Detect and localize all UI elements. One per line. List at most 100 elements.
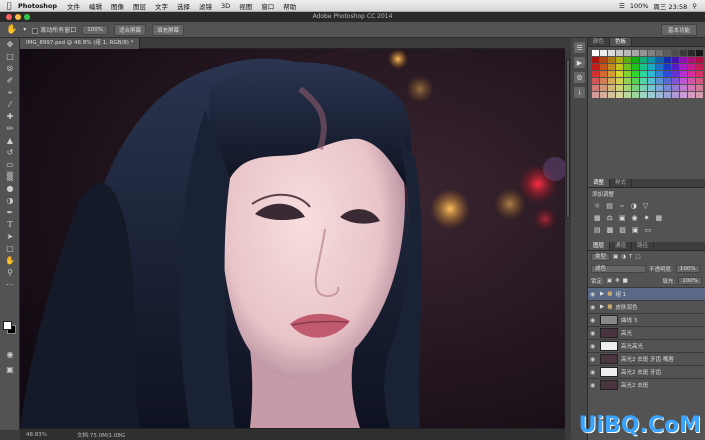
- menu-edit[interactable]: 编辑: [89, 1, 102, 11]
- color-swatch[interactable]: [592, 85, 599, 91]
- selective-color-icon[interactable]: ▣: [632, 226, 639, 234]
- color-swatch[interactable]: [680, 50, 687, 56]
- color-swatch[interactable]: [600, 57, 607, 63]
- color-swatch[interactable]: [680, 85, 687, 91]
- color-swatch[interactable]: [688, 78, 695, 84]
- color-swatch[interactable]: [592, 92, 599, 98]
- color-swatch[interactable]: [680, 64, 687, 70]
- posterize-icon[interactable]: ▩: [607, 226, 614, 234]
- lasso-tool-icon[interactable]: ⦾: [3, 63, 17, 74]
- move-tool-icon[interactable]: ✥: [3, 39, 17, 50]
- visibility-eye-icon[interactable]: ◉: [590, 356, 597, 363]
- color-swatch[interactable]: [696, 57, 703, 63]
- menu-view[interactable]: 视图: [239, 1, 252, 11]
- zoom-window-button[interactable]: [24, 14, 30, 20]
- channel-mixer-icon[interactable]: ✷: [644, 214, 650, 222]
- filter-adjust-icon[interactable]: ◑: [621, 254, 626, 260]
- color-swatch[interactable]: [608, 92, 615, 98]
- hand-tool-icon[interactable]: ✋: [6, 25, 17, 35]
- color-swatch[interactable]: [600, 92, 607, 98]
- hue-saturation-icon[interactable]: ▦: [594, 214, 601, 222]
- color-swatch[interactable]: [592, 78, 599, 84]
- color-swatch[interactable]: [624, 71, 631, 77]
- color-swatch[interactable]: [592, 64, 599, 70]
- color-swatch[interactable]: [656, 85, 663, 91]
- color-swatch[interactable]: [696, 64, 703, 70]
- color-swatch[interactable]: [656, 92, 663, 98]
- layer-row[interactable]: ◉ 高光2 去斑 牙齿: [588, 365, 705, 378]
- color-swatch[interactable]: [696, 78, 703, 84]
- color-swatch[interactable]: [640, 57, 647, 63]
- color-swatch[interactable]: [640, 85, 647, 91]
- photo-filter-icon[interactable]: ◉: [632, 214, 638, 222]
- layer-kind-filter[interactable]: 类型: [591, 253, 611, 261]
- quick-select-tool-icon[interactable]: ✐: [3, 75, 17, 86]
- filter-type-icon[interactable]: T: [629, 254, 632, 260]
- color-swatch[interactable]: [616, 64, 623, 70]
- crop-tool-icon[interactable]: ⌖: [3, 87, 17, 98]
- layer-row[interactable]: ◉ 高光2 去斑 牙齿 嘴唇: [588, 352, 705, 365]
- color-swatch[interactable]: [616, 71, 623, 77]
- menu-image[interactable]: 图像: [111, 1, 124, 11]
- color-swatch[interactable]: [616, 57, 623, 63]
- color-swatch[interactable]: [600, 78, 607, 84]
- menu-select[interactable]: 选择: [177, 1, 190, 11]
- color-swatch[interactable]: [656, 78, 663, 84]
- blur-tool-icon[interactable]: ●: [3, 183, 17, 194]
- lock-position-icon[interactable]: ✥: [615, 278, 620, 284]
- filter-shape-icon[interactable]: ▢: [635, 254, 640, 260]
- more-tools-icon[interactable]: ⋯: [3, 279, 17, 290]
- color-swatch[interactable]: [640, 71, 647, 77]
- apple-icon[interactable]: : [0, 1, 18, 10]
- opacity-input[interactable]: 100%: [675, 265, 700, 273]
- color-swatch[interactable]: [600, 50, 607, 56]
- clock[interactable]: 周三 23:58: [653, 1, 687, 11]
- brightness-icon[interactable]: ☼: [594, 202, 600, 210]
- color-swatch[interactable]: [608, 71, 615, 77]
- tool-preset-dropdown[interactable]: ▾: [23, 26, 26, 33]
- color-swatch[interactable]: [680, 57, 687, 63]
- info-panel-icon[interactable]: i: [574, 87, 585, 98]
- tab-adjustments[interactable]: 调整: [588, 179, 611, 187]
- color-swatch[interactable]: [624, 78, 631, 84]
- minimize-window-button[interactable]: [15, 14, 21, 20]
- menu-window[interactable]: 窗口: [261, 1, 274, 11]
- color-swatch[interactable]: [672, 50, 679, 56]
- zoom-level[interactable]: 48.83%: [26, 432, 47, 438]
- color-swatch[interactable]: [664, 57, 671, 63]
- color-swatch[interactable]: [696, 50, 703, 56]
- color-swatch[interactable]: [592, 71, 599, 77]
- vibrance-icon[interactable]: ▽: [643, 202, 648, 210]
- color-swatch[interactable]: [656, 64, 663, 70]
- color-swatch[interactable]: [608, 57, 615, 63]
- color-swatch[interactable]: [672, 57, 679, 63]
- shape-tool-icon[interactable]: ▢: [3, 243, 17, 254]
- zoom-100-button[interactable]: 100%: [82, 24, 108, 35]
- eraser-tool-icon[interactable]: ▭: [3, 159, 17, 170]
- color-swatch[interactable]: [608, 50, 615, 56]
- layer-row[interactable]: ◉ 高光: [588, 326, 705, 339]
- levels-icon[interactable]: ▤: [606, 202, 613, 210]
- color-swatch[interactable]: [616, 50, 623, 56]
- color-swatch[interactable]: [688, 64, 695, 70]
- color-swatch[interactable]: [648, 85, 655, 91]
- color-swatch[interactable]: [696, 92, 703, 98]
- color-swatch[interactable]: [688, 92, 695, 98]
- color-swatch[interactable]: [648, 57, 655, 63]
- dodge-tool-icon[interactable]: ◑: [3, 195, 17, 206]
- color-swatch[interactable]: [664, 64, 671, 70]
- color-swatch[interactable]: [656, 57, 663, 63]
- color-swatch[interactable]: [672, 78, 679, 84]
- image-canvas[interactable]: [20, 49, 565, 428]
- color-swatch[interactable]: [616, 85, 623, 91]
- scrollbar-thumb[interactable]: [566, 59, 570, 219]
- black-white-icon[interactable]: ▣: [619, 214, 626, 222]
- threshold-icon[interactable]: ▨: [619, 226, 626, 234]
- layer-row[interactable]: ◉ ▶ ■ 皮肤润色: [588, 300, 705, 313]
- visibility-eye-icon[interactable]: ◉: [590, 304, 597, 311]
- color-swatch[interactable]: [600, 85, 607, 91]
- type-tool-icon[interactable]: T: [3, 219, 17, 230]
- invert-icon[interactable]: ▤: [594, 226, 601, 234]
- visibility-eye-icon[interactable]: ◉: [590, 330, 597, 337]
- menu-layer[interactable]: 图层: [133, 1, 146, 11]
